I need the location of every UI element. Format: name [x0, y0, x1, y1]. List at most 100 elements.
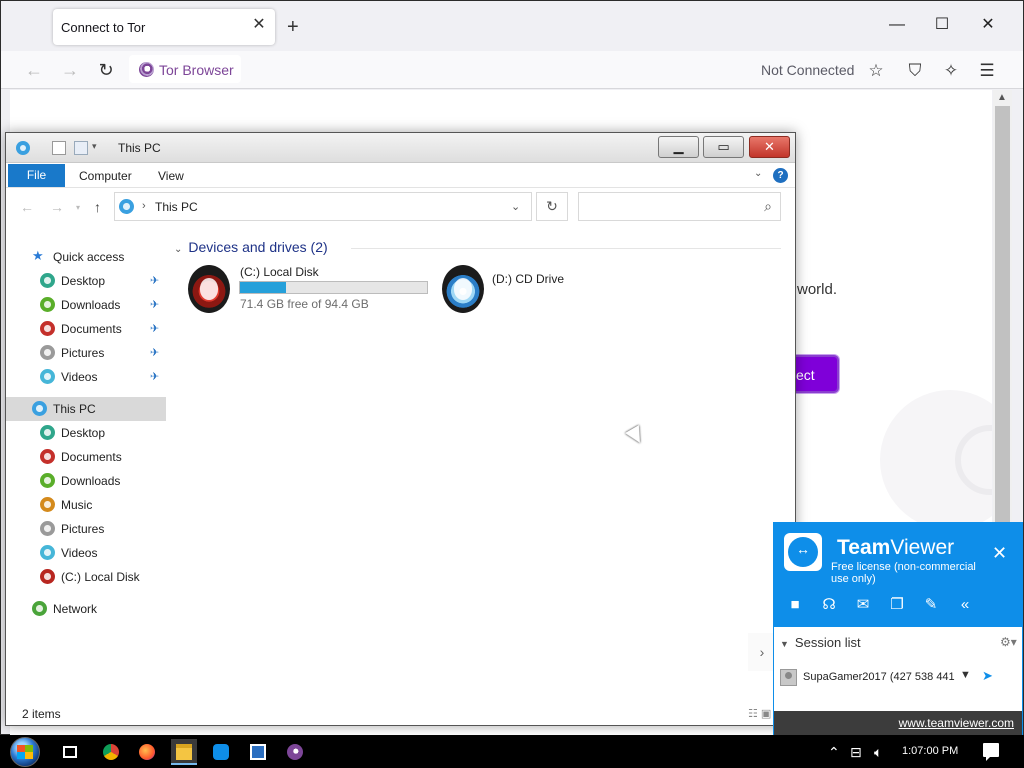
downloads-icon	[40, 297, 55, 312]
teamviewer-button[interactable]	[208, 739, 234, 765]
video-camera-icon[interactable]: ■	[784, 595, 806, 615]
browser-tab[interactable]: Connect to Tor ✕	[53, 9, 275, 45]
clock[interactable]: 1:07:00 PM	[902, 745, 958, 757]
pin-icon[interactable]: ✈	[150, 346, 159, 359]
file-explorer-button[interactable]	[171, 739, 197, 765]
close-window-icon[interactable]: ✕	[978, 15, 998, 35]
back-icon[interactable]: ←	[23, 59, 45, 81]
volume-icon[interactable]: 🔈︎	[874, 744, 882, 761]
shield-icon[interactable]: ⛉	[904, 60, 926, 82]
minimize-button[interactable]: ▁	[658, 136, 699, 158]
task-view-button[interactable]	[58, 739, 84, 765]
teamviewer-logo-icon: ↔	[784, 533, 822, 571]
forward-icon[interactable]: →	[59, 59, 81, 81]
pin-icon[interactable]: ✈	[150, 298, 159, 311]
nav-pc-documents[interactable]: Documents	[6, 445, 166, 469]
minimize-icon[interactable]: —	[887, 15, 907, 35]
remote-cursor-icon[interactable]: ➤	[982, 668, 993, 684]
tab-computer[interactable]: Computer	[79, 169, 132, 183]
nav-pc-downloads[interactable]: Downloads	[6, 469, 166, 493]
nav-pc-local-disk[interactable]: (C:) Local Disk	[6, 565, 166, 589]
nav-pc-music[interactable]: Music	[6, 493, 166, 517]
up-icon[interactable]: ↑	[94, 199, 101, 215]
gear-icon[interactable]: ⚙▾	[1000, 635, 1017, 649]
reload-icon[interactable]: ↻	[95, 59, 117, 81]
pin-icon[interactable]: ✈	[150, 322, 159, 335]
session-list-header[interactable]: ▼ Session list	[780, 635, 861, 650]
status-bar: 2 items ☷ ▣	[6, 703, 795, 725]
address-dropdown-icon[interactable]: ⌄	[511, 200, 520, 213]
url-bar[interactable]: Tor Browser	[129, 55, 241, 83]
chat-icon[interactable]: ✉	[852, 595, 874, 615]
start-button[interactable]	[8, 735, 44, 768]
videos-icon	[40, 369, 55, 384]
drive-c[interactable]: (C:) Local Disk 71.4 GB free of 94.4 GB	[188, 265, 438, 317]
session-entry[interactable]: SupaGamer2017 (427 538 441 ▼ ➤	[780, 667, 1018, 689]
view-toggle-icon[interactable]: ☷ ▣	[748, 707, 771, 720]
pictures-icon	[40, 521, 55, 536]
collapse-panel-icon[interactable]: «	[954, 595, 976, 615]
nav-quick-videos[interactable]: Videos ✈	[6, 365, 166, 389]
maximize-icon[interactable]: ☐	[932, 15, 952, 35]
chrome-button[interactable]	[98, 739, 124, 765]
refresh-button[interactable]: ↻	[536, 192, 568, 221]
close-button[interactable]: ✕	[749, 136, 790, 158]
tab-file[interactable]: File	[8, 164, 65, 187]
item-count: 2 items	[22, 707, 61, 721]
nav-pc-pictures[interactable]: Pictures	[6, 517, 166, 541]
new-identity-broom-icon[interactable]: ✧	[940, 60, 962, 82]
whiteboard-icon[interactable]: ✎	[920, 595, 942, 615]
search-input[interactable]: ⌕	[578, 192, 781, 221]
nav-this-pc[interactable]: This PC	[6, 397, 166, 421]
new-tab-icon[interactable]: +	[287, 17, 299, 37]
recent-locations-icon[interactable]: ▾	[76, 203, 80, 212]
nav-label: Documents	[61, 450, 122, 464]
address-row: ← → ▾ ↑ › This PC ⌄ ↻ ⌕	[6, 189, 795, 225]
back-icon[interactable]: ←	[20, 199, 34, 215]
hamburger-menu-icon[interactable]: ☰	[976, 60, 998, 82]
new-folder-icon[interactable]	[74, 141, 88, 155]
nav-quick-downloads[interactable]: Downloads ✈	[6, 293, 166, 317]
tor-browser-button[interactable]	[282, 739, 308, 765]
notifications-icon[interactable]	[983, 743, 999, 761]
bookmark-star-icon[interactable]: ☆	[865, 60, 887, 82]
search-icon: ⌕	[764, 198, 772, 214]
teamviewer-header: ↔ TeamViewer Free license (non-commercia…	[774, 523, 1022, 627]
maximize-button[interactable]: ▭	[703, 136, 744, 158]
session-dropdown-icon[interactable]: ▼	[960, 669, 971, 681]
nav-quick-access[interactable]: ★ Quick access	[6, 245, 166, 269]
devices-group-header[interactable]: ⌄ Devices and drives (2)	[174, 239, 328, 255]
drive-d[interactable]: (D:) CD Drive	[442, 265, 642, 317]
network-status-icon[interactable]: ⊟	[850, 744, 862, 761]
explorer-title-bar[interactable]: ▾ This PC ▁ ▭ ✕	[6, 133, 795, 163]
close-icon[interactable]: ✕	[992, 543, 1007, 564]
scroll-thumb[interactable]	[995, 106, 1010, 536]
expand-pane-icon[interactable]: ›	[748, 633, 776, 671]
help-icon[interactable]: ?	[773, 168, 788, 183]
scroll-up-icon[interactable]: ▲	[997, 92, 1007, 103]
group-divider	[351, 248, 781, 249]
teamviewer-website-link[interactable]: www.teamviewer.com	[899, 716, 1014, 730]
close-tab-icon[interactable]: ✕	[251, 17, 267, 33]
firefox-button[interactable]	[134, 739, 160, 765]
show-hidden-icons-icon[interactable]: ⌃	[828, 744, 840, 761]
files-icon[interactable]: ❐	[886, 595, 908, 615]
address-bar[interactable]: › This PC ⌄	[114, 192, 532, 221]
nav-quick-desktop[interactable]: Desktop ✈	[6, 269, 166, 293]
tab-view[interactable]: View	[158, 169, 184, 183]
nav-quick-documents[interactable]: Documents ✈	[6, 317, 166, 341]
customize-toolbar-icon[interactable]: ▾	[92, 141, 97, 152]
breadcrumb[interactable]: This PC	[155, 200, 198, 214]
pin-icon[interactable]: ✈	[150, 370, 159, 383]
nav-pc-desktop[interactable]: Desktop	[6, 421, 166, 445]
nav-quick-pictures[interactable]: Pictures ✈	[6, 341, 166, 365]
network-app-button[interactable]	[245, 739, 271, 765]
expand-ribbon-icon[interactable]: ⌄	[754, 168, 762, 179]
nav-pc-videos[interactable]: Videos	[6, 541, 166, 565]
headset-icon[interactable]: ☊	[818, 595, 840, 615]
pin-icon[interactable]: ✈	[150, 274, 159, 287]
properties-icon[interactable]	[52, 141, 66, 155]
nav-network[interactable]: Network	[6, 597, 166, 621]
nav-label: Documents	[61, 322, 122, 336]
forward-icon[interactable]: →	[50, 199, 64, 215]
